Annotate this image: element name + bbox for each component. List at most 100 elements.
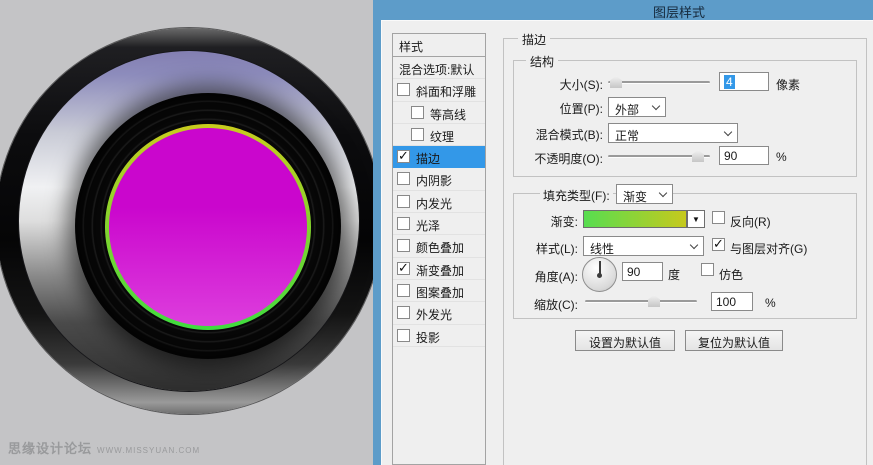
angle-value: 90 <box>627 265 640 279</box>
style-item-label: 描边 <box>416 150 440 167</box>
style-item-label: 图案叠加 <box>416 284 464 301</box>
align-with-layer-label: 与图层对齐(G) <box>730 240 807 257</box>
style-list-item[interactable]: 图案叠加 <box>393 280 485 302</box>
angle-label: 角度(A): <box>480 268 578 285</box>
align-with-layer-checkbox[interactable] <box>712 238 725 251</box>
position-value: 外部 <box>615 103 639 117</box>
fill-type-value: 渐变 <box>623 190 647 204</box>
position-dropdown[interactable]: 外部 <box>608 97 666 117</box>
style-list-item[interactable]: 内阴影 <box>393 168 485 190</box>
style-list-item[interactable]: 光泽 <box>393 213 485 235</box>
styles-header-label: 样式 <box>399 40 423 54</box>
gradient-swatch[interactable] <box>583 210 687 228</box>
styles-list-header[interactable]: 样式 <box>392 33 486 57</box>
style-item-checkbox[interactable] <box>397 262 410 275</box>
style-list-item[interactable]: 渐变叠加 <box>393 258 485 280</box>
scale-value: 100 <box>716 295 736 309</box>
opacity-slider-thumb[interactable] <box>692 150 704 162</box>
size-input[interactable]: 4 <box>719 72 769 91</box>
angle-unit: 度 <box>668 266 680 283</box>
position-label: 位置(P): <box>480 100 603 117</box>
style-item-label: 内发光 <box>416 195 452 212</box>
dither-checkbox[interactable] <box>701 263 714 276</box>
style-item-label: 渐变叠加 <box>416 262 464 279</box>
size-slider-track[interactable] <box>608 81 710 84</box>
style-list-item[interactable]: 颜色叠加 <box>393 235 485 257</box>
chevron-down-icon <box>724 128 732 136</box>
style-item-label: 混合选项:默认 <box>399 61 474 78</box>
style-label: 样式(L): <box>480 240 578 257</box>
scale-label: 缩放(C): <box>480 296 578 313</box>
style-list-item[interactable]: 混合选项:默认 <box>393 57 485 79</box>
reset-default-button[interactable]: 复位为默认值 <box>685 330 783 351</box>
set-default-button[interactable]: 设置为默认值 <box>575 330 675 351</box>
scale-slider-thumb[interactable] <box>648 295 660 307</box>
style-list-item[interactable]: 投影 <box>393 325 485 347</box>
opacity-input[interactable]: 90 <box>719 146 769 165</box>
opacity-slider[interactable] <box>608 150 710 162</box>
style-item-checkbox[interactable] <box>397 217 410 230</box>
style-item-label: 投影 <box>416 329 440 346</box>
structure-group-title: 结构 <box>526 53 558 70</box>
size-value: 4 <box>724 75 735 89</box>
dialog-titlebar[interactable]: 图层样式 <box>373 0 873 20</box>
style-list-item[interactable]: 内发光 <box>393 191 485 213</box>
angle-center-dot <box>597 273 602 278</box>
style-item-checkbox[interactable] <box>397 83 410 96</box>
opacity-label: 不透明度(O): <box>480 150 603 167</box>
style-item-checkbox[interactable] <box>397 306 410 319</box>
angle-input[interactable]: 90 <box>622 262 663 281</box>
fill-type-dropdown[interactable]: 渐变 <box>616 184 673 204</box>
styles-list: 混合选项:默认斜面和浮雕等高线纹理描边内阴影内发光光泽颜色叠加渐变叠加图案叠加外… <box>392 57 486 465</box>
style-item-checkbox[interactable] <box>397 284 410 297</box>
style-list-item[interactable]: 斜面和浮雕 <box>393 79 485 101</box>
style-dropdown[interactable]: 线性 <box>583 236 704 256</box>
stroke-section-title: 描边 <box>518 31 550 48</box>
scale-slider[interactable] <box>585 295 697 307</box>
size-slider[interactable] <box>608 76 710 88</box>
style-item-label: 外发光 <box>416 306 452 323</box>
style-item-checkbox[interactable] <box>397 329 410 342</box>
style-item-checkbox[interactable] <box>411 106 424 119</box>
style-list-item[interactable]: 纹理 <box>393 124 485 146</box>
blend-mode-dropdown[interactable]: 正常 <box>608 123 738 143</box>
reverse-checkbox[interactable] <box>712 211 725 224</box>
gradient-picker-arrow-button[interactable]: ▼ <box>687 210 705 228</box>
style-item-checkbox[interactable] <box>397 150 410 163</box>
lens-glass <box>109 128 307 326</box>
blend-mode-value: 正常 <box>615 129 639 143</box>
style-item-label: 斜面和浮雕 <box>416 83 476 100</box>
document-canvas: 思缘设计论坛WWW.MISSYUAN.COM <box>0 0 373 465</box>
watermark: 思缘设计论坛WWW.MISSYUAN.COM <box>8 438 200 457</box>
style-list-item[interactable]: 描边 <box>393 146 485 168</box>
style-item-label: 内阴影 <box>416 172 452 189</box>
chevron-down-icon <box>690 241 698 249</box>
style-item-label: 纹理 <box>430 128 454 145</box>
scale-slider-track[interactable] <box>585 300 697 303</box>
fill-type-label: 填充类型(F): <box>540 187 613 204</box>
dialog-left-border <box>373 0 381 465</box>
opacity-unit: % <box>776 150 787 164</box>
size-slider-thumb[interactable] <box>610 76 622 88</box>
reverse-label: 反向(R) <box>730 213 771 230</box>
opacity-value: 90 <box>724 149 737 163</box>
chevron-down-icon <box>659 189 667 197</box>
style-item-checkbox[interactable] <box>397 172 410 185</box>
size-unit: 像素 <box>776 76 800 93</box>
style-list-item[interactable]: 外发光 <box>393 302 485 324</box>
screenshot-root: 思缘设计论坛WWW.MISSYUAN.COM 图层样式 样式 混合选项:默认斜面… <box>0 0 873 465</box>
scale-input[interactable]: 100 <box>711 292 753 311</box>
style-item-label: 等高线 <box>430 106 466 123</box>
style-value: 线性 <box>590 242 614 256</box>
angle-dial[interactable] <box>582 257 617 292</box>
size-label: 大小(S): <box>480 76 603 93</box>
dialog-title: 图层样式 <box>653 2 705 21</box>
gradient-label: 渐变: <box>480 213 578 230</box>
style-item-checkbox[interactable] <box>397 195 410 208</box>
style-item-label: 颜色叠加 <box>416 239 464 256</box>
watermark-site-url: WWW.MISSYUAN.COM <box>97 446 200 455</box>
style-item-checkbox[interactable] <box>411 128 424 141</box>
scale-unit: % <box>765 296 776 310</box>
style-item-checkbox[interactable] <box>397 239 410 252</box>
style-list-item[interactable]: 等高线 <box>393 102 485 124</box>
